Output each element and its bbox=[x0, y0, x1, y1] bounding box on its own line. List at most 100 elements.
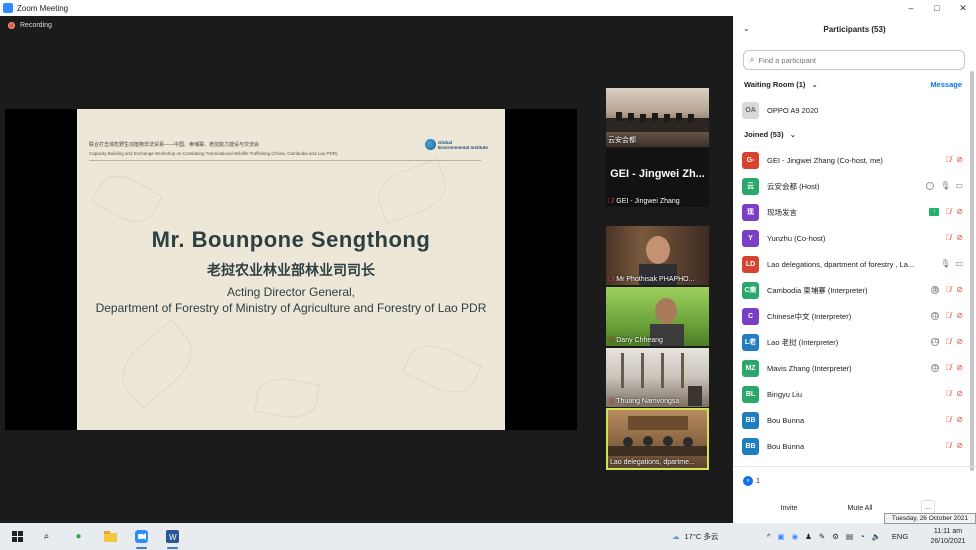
video-tile[interactable]: GEI - Jingwei Zh... 🎙̸ GEI - Jingwei Zhan… bbox=[606, 148, 709, 207]
video-tile[interactable]: 🎙̸ Thuang Namvongsa bbox=[606, 348, 709, 407]
clock[interactable]: 11:11 am 26/10/2021 bbox=[924, 527, 972, 547]
participant-name: 现场发言 bbox=[767, 207, 797, 217]
tray-app-icon[interactable]: ◉ bbox=[792, 532, 799, 541]
decorative-leaf bbox=[254, 374, 320, 422]
host-badge-icon: · bbox=[926, 181, 935, 190]
participant-row[interactable]: MZ Mavis Zhang (Interpreter) 中 🎙̸ ⊘ bbox=[742, 358, 967, 378]
message-button[interactable]: Message bbox=[930, 80, 962, 89]
participant-name: GEI - Jingwei Zhang (Co-host, me) bbox=[767, 155, 883, 165]
close-button[interactable]: ✕ bbox=[950, 0, 976, 16]
recording-indicator[interactable]: Recording bbox=[8, 22, 52, 29]
avatar: C柬 bbox=[742, 281, 759, 299]
start-button[interactable] bbox=[9, 528, 26, 545]
zoom-logo-icon bbox=[3, 3, 13, 13]
clock-date: 26/10/2021 bbox=[930, 538, 966, 545]
globe-icon bbox=[425, 139, 436, 150]
search-taskbar-icon[interactable]: ⌕ bbox=[38, 528, 55, 545]
participant-row[interactable]: 现现场发言 ↑ 🎙̸ ⊘ bbox=[742, 202, 967, 222]
search-input[interactable] bbox=[758, 55, 949, 65]
participant-row[interactable]: C Chinese中文 (Interpreter) 中 🎙̸ ⊘ bbox=[742, 306, 967, 326]
window-controls: – □ ✕ bbox=[898, 0, 976, 16]
clock-time: 11:11 am bbox=[933, 528, 963, 535]
video-tile[interactable]: 云安会都 bbox=[606, 88, 709, 147]
zoom-window: Zoom Meeting – □ ✕ Recording 联合打击濒危野生动植物… bbox=[0, 0, 976, 523]
invite-button[interactable]: Invite bbox=[775, 501, 803, 515]
participant-row[interactable]: LD Lao delegations, dpartment of forestry… bbox=[742, 254, 967, 274]
video-tile[interactable]: 🎙̸ Mr Phothisak PHAPHO... bbox=[606, 226, 709, 285]
mic-off-icon: 🎙̸ bbox=[945, 363, 952, 372]
slide-header-chinese: 联合打击濒危野生动植物非法贸易——中国、柬埔寨、老挝能力建设与交流会 bbox=[89, 142, 260, 148]
video-icon: ▭ bbox=[955, 259, 963, 268]
participant-row[interactable]: Y Yunzhu (Co-host) 🎙̸ ⊘ bbox=[742, 228, 967, 248]
mic-off-icon: 🎙̸ bbox=[945, 207, 952, 216]
word-app-icon[interactable]: W bbox=[164, 528, 181, 549]
mic-off-icon: 🎙̸ bbox=[945, 337, 952, 346]
speaker-title-chinese: 老挝农业林业部林业司司长 bbox=[207, 263, 375, 279]
participant-row[interactable]: G- GEI - Jingwei Zhang (Co-host, me) 🎙̸ ⊘ bbox=[742, 150, 967, 170]
raise-hand-icon: » bbox=[743, 476, 753, 486]
tray-app-icon[interactable]: ▤ bbox=[846, 532, 853, 541]
participant-status-icons: 中 🎙̸ ⊘ bbox=[927, 363, 963, 372]
mic-off-icon: 🎙̸ bbox=[945, 233, 952, 242]
network-icon[interactable]: ◔ bbox=[860, 532, 865, 541]
tray-app-icon[interactable]: ♟ bbox=[805, 532, 812, 541]
screen-share-icon: ↑ bbox=[929, 207, 940, 216]
tray-app-icon[interactable]: ✎ bbox=[819, 532, 825, 541]
chevron-up-icon[interactable]: ^ bbox=[767, 532, 771, 541]
participant-row[interactable]: BB Bou Bunna 🎙̸ ⊘ bbox=[742, 410, 967, 430]
participant-name: Bou Bunna bbox=[767, 415, 805, 425]
maximize-button[interactable]: □ bbox=[924, 0, 950, 16]
windows-logo-icon bbox=[12, 531, 23, 542]
participant-row[interactable]: L老 Lao 老挝 (Interpreter) LO 🎙̸ ⊘ bbox=[742, 332, 967, 352]
language-indicator[interactable]: ENG bbox=[892, 532, 908, 541]
avatar: OA bbox=[742, 101, 759, 119]
video-tile-caption: 云安会都 bbox=[608, 137, 636, 144]
video-off-icon: ⊘ bbox=[956, 363, 963, 372]
mic-off-icon: 🎙̸ bbox=[945, 415, 952, 424]
avatar: G- bbox=[742, 151, 759, 169]
video-tile[interactable]: 🎙̸ Dany Chheang bbox=[606, 287, 709, 346]
speaker-icon[interactable]: 🔈 bbox=[872, 532, 881, 541]
avatar: L老 bbox=[742, 333, 759, 351]
wechat-icon[interactable]: ● bbox=[70, 528, 87, 545]
participant-row[interactable]: 云云安会都 (Host) · 🎙 ▭ bbox=[742, 176, 967, 196]
scrollbar[interactable] bbox=[970, 71, 974, 471]
tray-app-icon[interactable]: ▣ bbox=[778, 532, 785, 541]
panel-divider bbox=[733, 466, 976, 467]
participant-search[interactable]: ⌕ bbox=[743, 50, 965, 70]
file-explorer-icon[interactable] bbox=[102, 528, 119, 545]
weather-widget[interactable]: ☁ 17°C 多云 bbox=[672, 523, 718, 550]
waiting-participant-row[interactable]: OA OPPO A9 2020 bbox=[742, 100, 967, 120]
more-options-button[interactable]: ... bbox=[921, 500, 935, 514]
participant-row[interactable]: BL Bingyu Liu 🎙̸ ⊘ bbox=[742, 384, 967, 404]
participant-status-icons: LO 🎙̸ ⊘ bbox=[927, 337, 963, 346]
participant-status-icons: 🎙̸ ⊘ bbox=[939, 155, 963, 164]
participant-status-icons: 🎙̸ ⊘ bbox=[939, 415, 963, 424]
waiting-room-label: Waiting Room (1) bbox=[744, 80, 806, 89]
raised-hands-indicator[interactable]: » 1 bbox=[743, 476, 760, 486]
avatar: BB bbox=[742, 437, 759, 455]
participant-name: Chinese中文 (Interpreter) bbox=[767, 311, 852, 321]
mute-all-button[interactable]: Mute All bbox=[843, 501, 877, 515]
logo-text-2: Environmental Institute bbox=[438, 144, 489, 150]
tray-app-icon[interactable]: ⚙ bbox=[832, 532, 839, 541]
video-off-icon: ⊘ bbox=[956, 389, 963, 398]
zoom-app-icon[interactable] bbox=[133, 528, 150, 549]
video-off-icon: ⊘ bbox=[956, 155, 963, 164]
participant-row[interactable]: C柬 Cambodia 柬埔寨 (Interpreter) 柬 🎙̸ ⊘ bbox=[742, 280, 967, 300]
date-tooltip: Tuesday, 26 October 2021 bbox=[884, 513, 976, 524]
participant-row[interactable]: BB Bou Bunna 🎙̸ ⊘ bbox=[742, 436, 967, 456]
collapse-chevron-icon[interactable]: ⌄ bbox=[743, 24, 750, 33]
screen-share-view[interactable]: 联合打击濒危野生动植物非法贸易——中国、柬埔寨、老挝能力建设与交流会 Capac… bbox=[5, 109, 577, 430]
active-speaker-tile[interactable]: Lao delegations, dpartme... bbox=[606, 408, 709, 470]
participant-name: Lao delegations, dpartment of forestry ,… bbox=[767, 259, 915, 269]
mic-off-icon: 🎙̸ bbox=[945, 285, 952, 294]
participant-name: Bingyu Liu bbox=[767, 389, 803, 399]
video-off-icon: ⊘ bbox=[956, 441, 963, 450]
minimize-button[interactable]: – bbox=[898, 0, 924, 16]
participant-status-icons: 🎙̸ ⊘ bbox=[939, 389, 963, 398]
recording-label: Recording bbox=[20, 22, 52, 29]
video-tile-name: GEI - Jingwei Zh... bbox=[610, 168, 705, 180]
mic-off-icon: 🎙̸ bbox=[945, 389, 952, 398]
interpreter-badge-icon: 中 bbox=[931, 311, 940, 320]
